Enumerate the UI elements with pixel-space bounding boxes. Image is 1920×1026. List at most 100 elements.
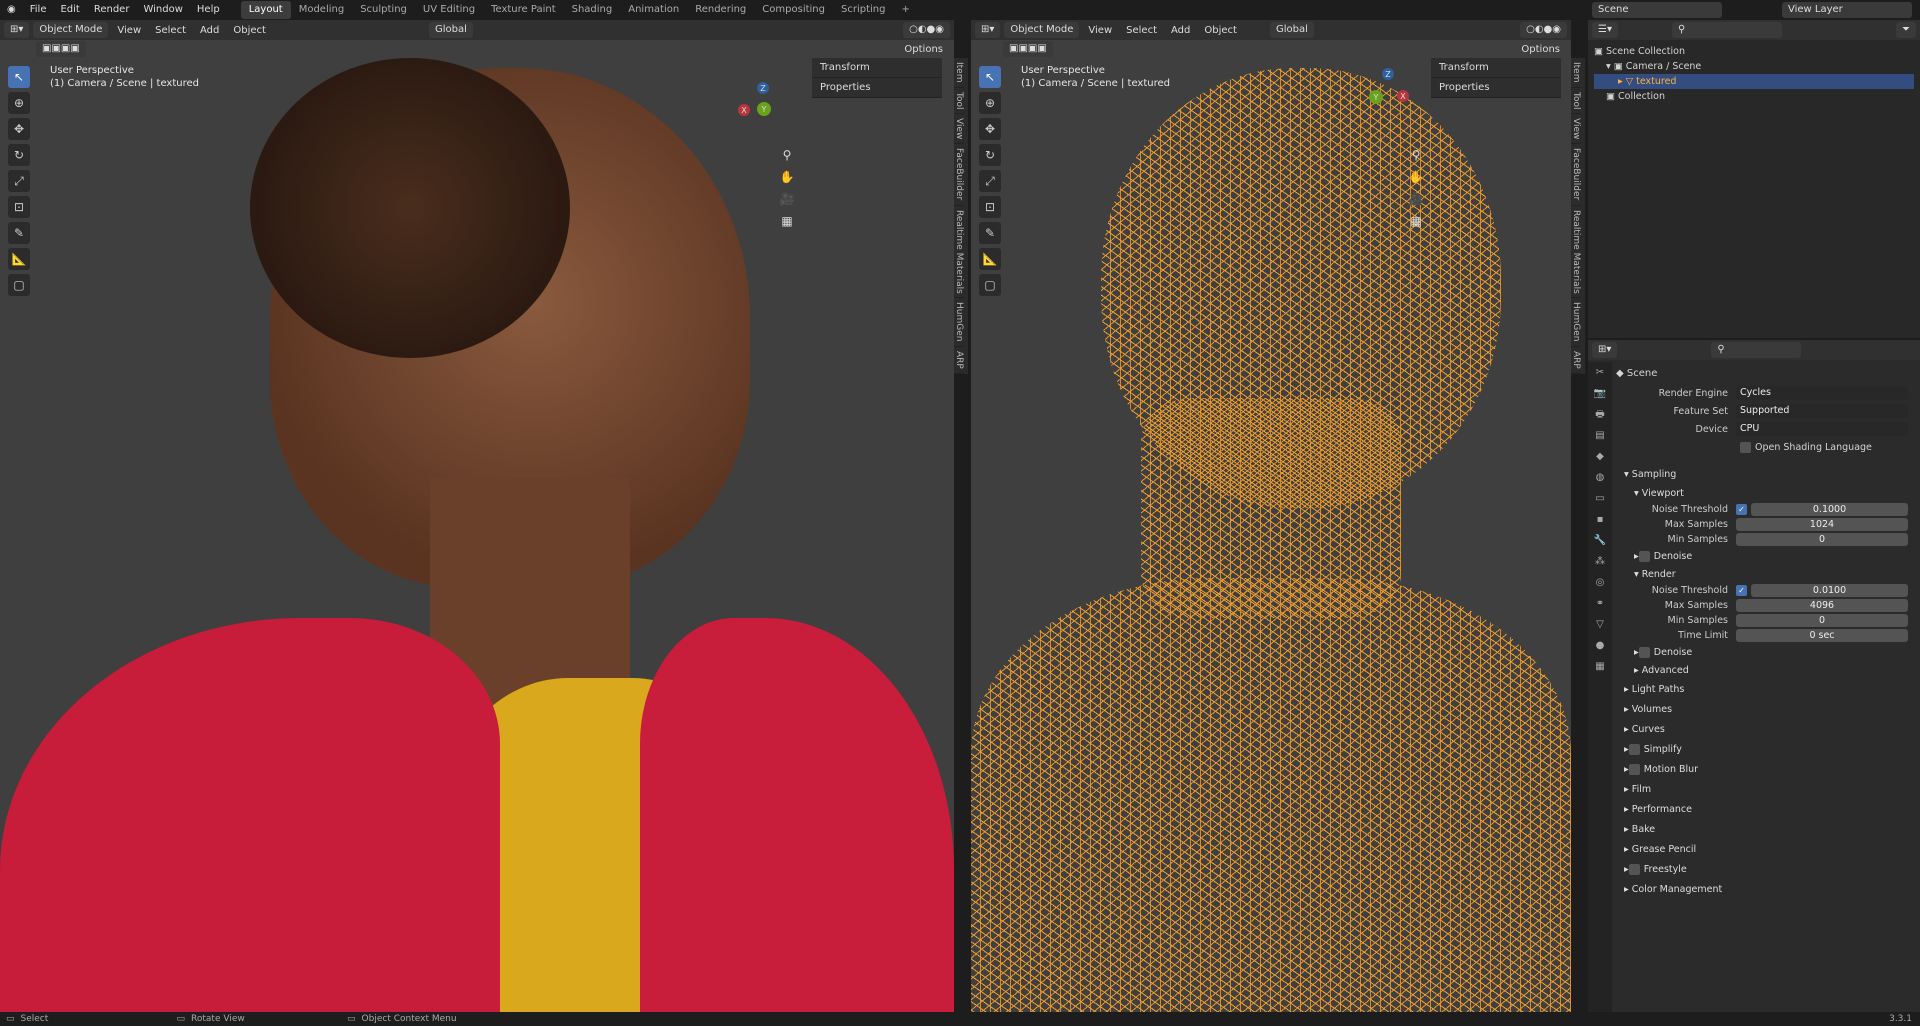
- add-cube-tool-icon[interactable]: ▢: [979, 274, 1001, 296]
- wireframe-render-area[interactable]: [971, 58, 1571, 1012]
- move-tool-icon[interactable]: ✥: [8, 118, 30, 140]
- tab-scripting[interactable]: Scripting: [833, 1, 893, 19]
- physics-icon[interactable]: ◎: [1588, 572, 1612, 593]
- tab-compositing[interactable]: Compositing: [754, 1, 833, 19]
- camera-view-icon[interactable]: 🎥: [1405, 188, 1427, 210]
- vp-max-samples-field[interactable]: 1024: [1736, 518, 1908, 531]
- tab-humgen[interactable]: HumGen: [1571, 298, 1581, 347]
- properties-search-input[interactable]: ⚲: [1711, 342, 1802, 358]
- camera-view-icon[interactable]: 🎥: [776, 188, 798, 210]
- mode-select[interactable]: Object Mode: [33, 22, 109, 38]
- r-min-samples-field[interactable]: 0: [1736, 614, 1908, 627]
- tab-tool[interactable]: Tool: [1571, 88, 1581, 114]
- tab-facebuilder[interactable]: FaceBuilder: [1571, 144, 1581, 206]
- menu-help[interactable]: Help: [190, 0, 227, 20]
- render-engine-select[interactable]: Cycles: [1736, 386, 1908, 400]
- tool-settings-icon[interactable]: ✂: [1588, 362, 1612, 383]
- tab-arp[interactable]: ARP: [1571, 347, 1581, 374]
- menu-view[interactable]: View: [112, 25, 146, 36]
- tab-texture-paint[interactable]: Texture Paint: [483, 1, 564, 19]
- photo-render-area[interactable]: [0, 58, 954, 1012]
- subsection-render[interactable]: ▾ Render: [1616, 565, 1916, 583]
- blender-logo-icon[interactable]: ◉: [0, 0, 23, 20]
- outliner-editor-button[interactable]: ☰▾: [1592, 22, 1618, 38]
- select-tool-icon[interactable]: ↖: [979, 66, 1001, 88]
- outliner-root[interactable]: ▣ Scene Collection: [1594, 44, 1914, 59]
- outliner-search-input[interactable]: ⚲: [1671, 22, 1782, 38]
- object-icon[interactable]: ▪: [1588, 509, 1612, 530]
- menu-select[interactable]: Select: [1121, 25, 1162, 36]
- panel-transform[interactable]: Transform: [812, 58, 942, 78]
- viewport-left[interactable]: ⊞▾ Object Mode View Select Add Object Gl…: [0, 20, 954, 1012]
- gizmo-z-axis[interactable]: Z: [757, 82, 769, 94]
- panel-properties[interactable]: Properties: [1431, 78, 1561, 98]
- section-motion-blur[interactable]: ▸ Motion Blur: [1616, 759, 1916, 779]
- mode-select[interactable]: Object Mode: [1004, 22, 1080, 38]
- data-icon[interactable]: ▽: [1588, 614, 1612, 635]
- particles-icon[interactable]: ⁂: [1588, 551, 1612, 572]
- panel-properties[interactable]: Properties: [812, 78, 942, 98]
- tab-animation[interactable]: Animation: [620, 1, 687, 19]
- feature-set-select[interactable]: Supported: [1736, 404, 1908, 418]
- tab-view[interactable]: View: [954, 114, 964, 145]
- pan-hand-icon[interactable]: ✋: [776, 166, 798, 188]
- menu-edit[interactable]: Edit: [53, 0, 86, 20]
- measure-tool-icon[interactable]: 📐: [979, 248, 1001, 270]
- scale-tool-icon[interactable]: ⤢: [979, 170, 1001, 192]
- r-noise-checkbox[interactable]: ✓: [1736, 585, 1747, 596]
- options-button[interactable]: Options: [1516, 44, 1565, 55]
- scene-icon[interactable]: ◆: [1588, 446, 1612, 467]
- section-volumes[interactable]: ▸ Volumes: [1616, 699, 1916, 719]
- tab-humgen[interactable]: HumGen: [954, 298, 964, 347]
- render-icon[interactable]: 📷: [1588, 383, 1612, 404]
- add-workspace-button[interactable]: +: [893, 1, 917, 19]
- move-tool-icon[interactable]: ✥: [979, 118, 1001, 140]
- section-sampling[interactable]: ▾ Sampling: [1616, 464, 1916, 484]
- zoom-icon[interactable]: ⚲: [776, 144, 798, 166]
- menu-view[interactable]: View: [1083, 25, 1117, 36]
- editor-type-button[interactable]: ⊞▾: [975, 22, 1001, 38]
- annotate-tool-icon[interactable]: ✎: [979, 222, 1001, 244]
- menu-file[interactable]: File: [23, 0, 54, 20]
- outliner-item-textured[interactable]: ▸ ▽ textured: [1594, 74, 1914, 89]
- material-icon[interactable]: ●: [1588, 635, 1612, 656]
- section-grease-pencil[interactable]: ▸ Grease Pencil: [1616, 839, 1916, 859]
- navigation-gizmo[interactable]: Z Y X: [1363, 68, 1423, 128]
- orientation-select[interactable]: Global: [428, 22, 473, 38]
- world-icon[interactable]: ◍: [1588, 467, 1612, 488]
- tab-sculpting[interactable]: Sculpting: [352, 1, 415, 19]
- shading-mode-buttons[interactable]: ○◐●◉: [903, 22, 950, 38]
- pan-hand-icon[interactable]: ✋: [1405, 166, 1427, 188]
- tab-arp[interactable]: ARP: [954, 347, 964, 374]
- tab-item[interactable]: Item: [954, 58, 964, 88]
- r-max-samples-field[interactable]: 4096: [1736, 599, 1908, 612]
- tab-shading[interactable]: Shading: [564, 1, 621, 19]
- vp-noise-field[interactable]: 0.1000: [1751, 503, 1908, 516]
- vp-noise-checkbox[interactable]: ✓: [1736, 504, 1747, 515]
- measure-tool-icon[interactable]: 📐: [8, 248, 30, 270]
- tab-rendering[interactable]: Rendering: [687, 1, 754, 19]
- collection-icon[interactable]: ▭: [1588, 488, 1612, 509]
- gizmo-z-axis[interactable]: Z: [1382, 68, 1394, 80]
- modifier-icon[interactable]: 🔧: [1588, 530, 1612, 551]
- section-bake[interactable]: ▸ Bake: [1616, 819, 1916, 839]
- section-light-paths[interactable]: ▸ Light Paths: [1616, 679, 1916, 699]
- scene-selector[interactable]: Scene: [1592, 2, 1722, 18]
- gizmo-y-axis[interactable]: Y: [1369, 90, 1383, 104]
- subsection-advanced[interactable]: ▸ Advanced: [1616, 661, 1916, 679]
- osl-checkbox[interactable]: [1740, 441, 1751, 453]
- tab-modeling[interactable]: Modeling: [291, 1, 353, 19]
- shading-mode-buttons[interactable]: ○◐●◉: [1520, 22, 1567, 38]
- tab-view[interactable]: View: [1571, 114, 1581, 145]
- menu-render[interactable]: Render: [87, 0, 137, 20]
- rotate-tool-icon[interactable]: ↻: [979, 144, 1001, 166]
- gizmo-x-axis[interactable]: X: [738, 104, 750, 116]
- section-color-management[interactable]: ▸ Color Management: [1616, 879, 1916, 899]
- section-film[interactable]: ▸ Film: [1616, 779, 1916, 799]
- grid-view-icon[interactable]: ▦: [776, 210, 798, 232]
- scale-tool-icon[interactable]: ⤢: [8, 170, 30, 192]
- r-time-limit-field[interactable]: 0 sec: [1736, 629, 1908, 642]
- tab-layout[interactable]: Layout: [240, 1, 291, 19]
- cursor-tool-icon[interactable]: ⊕: [979, 92, 1001, 114]
- menu-object[interactable]: Object: [228, 25, 271, 36]
